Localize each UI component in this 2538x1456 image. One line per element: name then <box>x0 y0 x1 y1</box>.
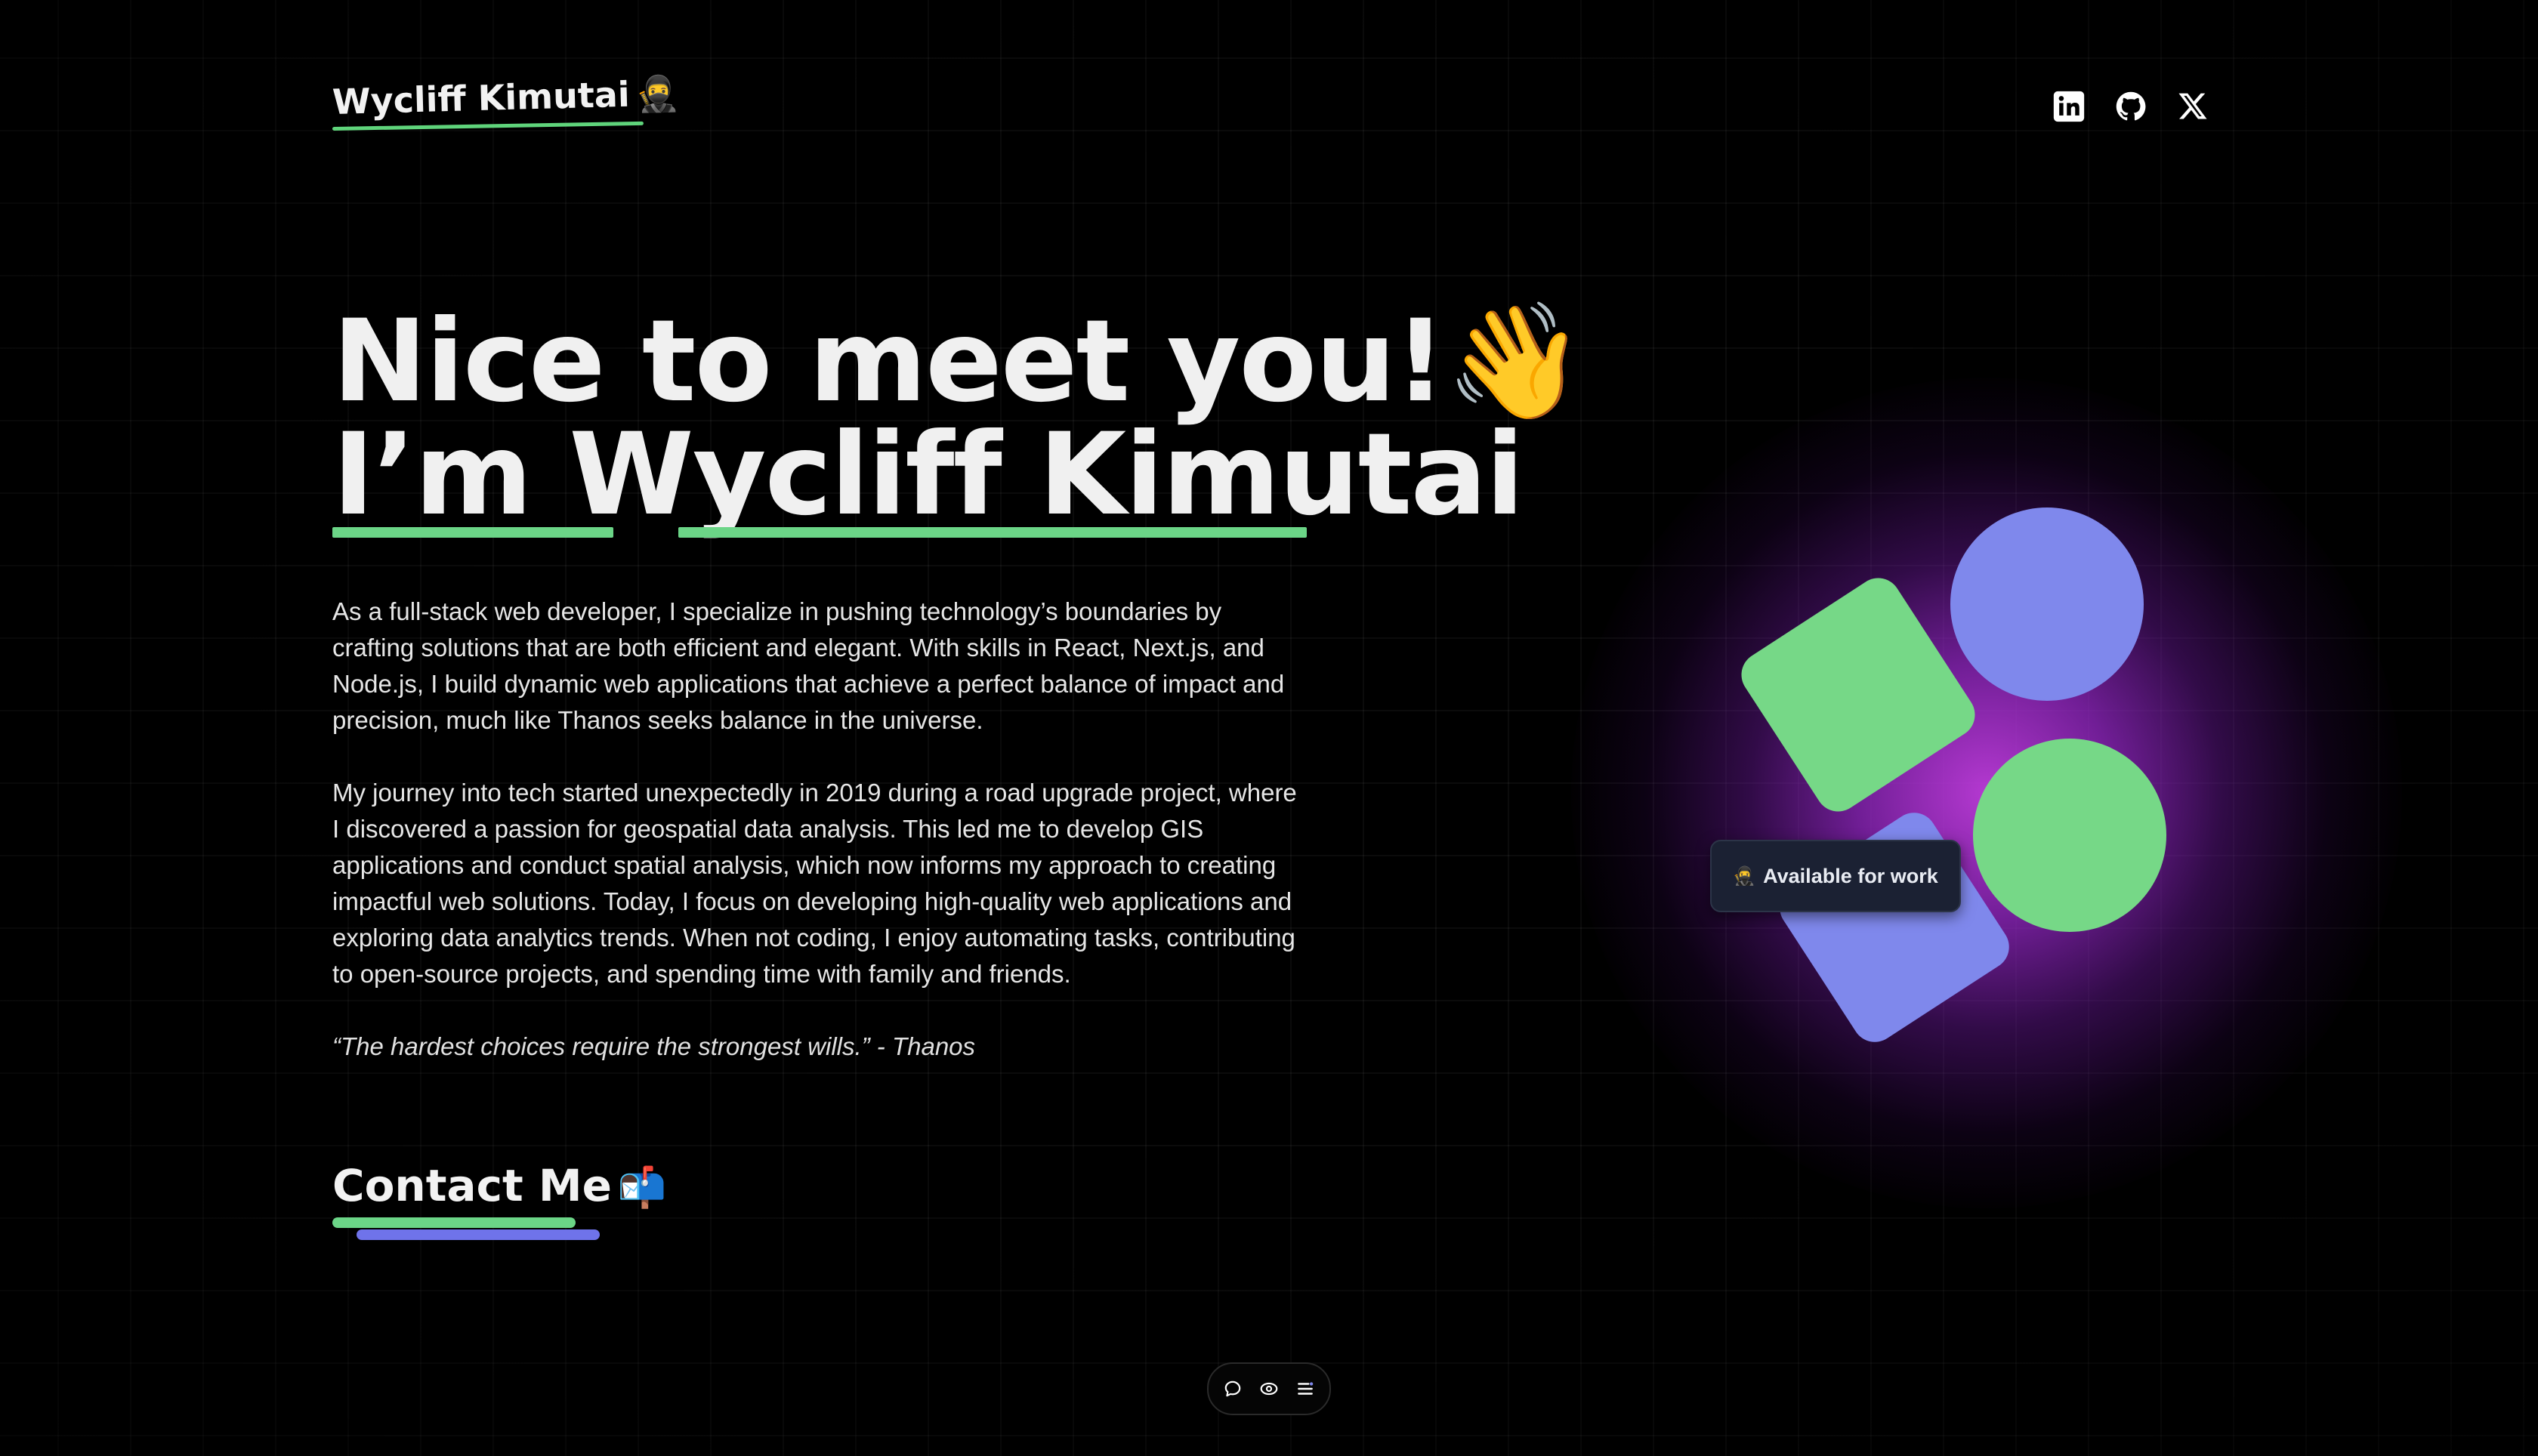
contact-underline-blue <box>357 1229 600 1240</box>
green-circle <box>1973 739 2166 932</box>
thanos-quote: “The hardest choices require the stronge… <box>332 1032 976 1060</box>
headline-name: I’m Wycliff Kimutai <box>332 409 1524 541</box>
mailbox-emoji: 📬 <box>617 1165 667 1211</box>
social-links <box>2052 89 2210 124</box>
ninja-emoji: 🥷 <box>634 72 680 115</box>
linkedin-link[interactable] <box>2052 89 2086 124</box>
ninja-icon: 🥷 <box>1733 865 1756 887</box>
list-icon <box>1295 1379 1315 1399</box>
chat-bubble-icon <box>1223 1379 1243 1399</box>
brand-name: Wycliff Kimutai <box>332 73 631 122</box>
linkedin-icon <box>2052 90 2086 123</box>
chat-button[interactable] <box>1222 1378 1243 1399</box>
bottom-dock <box>1207 1362 1331 1415</box>
brand-logo-link[interactable]: Wycliff Kimutai 🥷 <box>332 72 679 123</box>
github-icon <box>2114 90 2147 123</box>
bio-paragraph-2: My journey into tech started unexpectedl… <box>332 779 1297 988</box>
contact-me-label: Contact Me <box>332 1160 612 1211</box>
badge-label: Available for work <box>1763 864 1938 887</box>
available-for-work-badge: 🥷 Available for work <box>1710 840 1961 912</box>
eye-icon <box>1259 1379 1279 1399</box>
view-button[interactable] <box>1258 1378 1280 1399</box>
headline-greeting: Nice to meet you!👋 <box>332 296 1585 427</box>
x-link[interactable] <box>2175 89 2210 124</box>
name-underline-segment <box>678 527 1307 538</box>
bio-section: As a full-stack web developer, I special… <box>332 594 1307 1101</box>
x-icon <box>2176 90 2209 123</box>
brand-underline <box>332 121 644 131</box>
name-underline-segment <box>332 527 613 538</box>
menu-button[interactable] <box>1295 1378 1316 1399</box>
contact-me-link[interactable]: Contact Me 📬 <box>332 1160 667 1211</box>
hero-headline: Nice to meet you!👋 I’m Wycliff Kimutai <box>332 296 1585 541</box>
contact-underline-green <box>332 1217 576 1228</box>
blue-circle <box>1950 507 2144 701</box>
bio-paragraph-1: As a full-stack web developer, I special… <box>332 597 1285 734</box>
github-link[interactable] <box>2113 89 2148 124</box>
